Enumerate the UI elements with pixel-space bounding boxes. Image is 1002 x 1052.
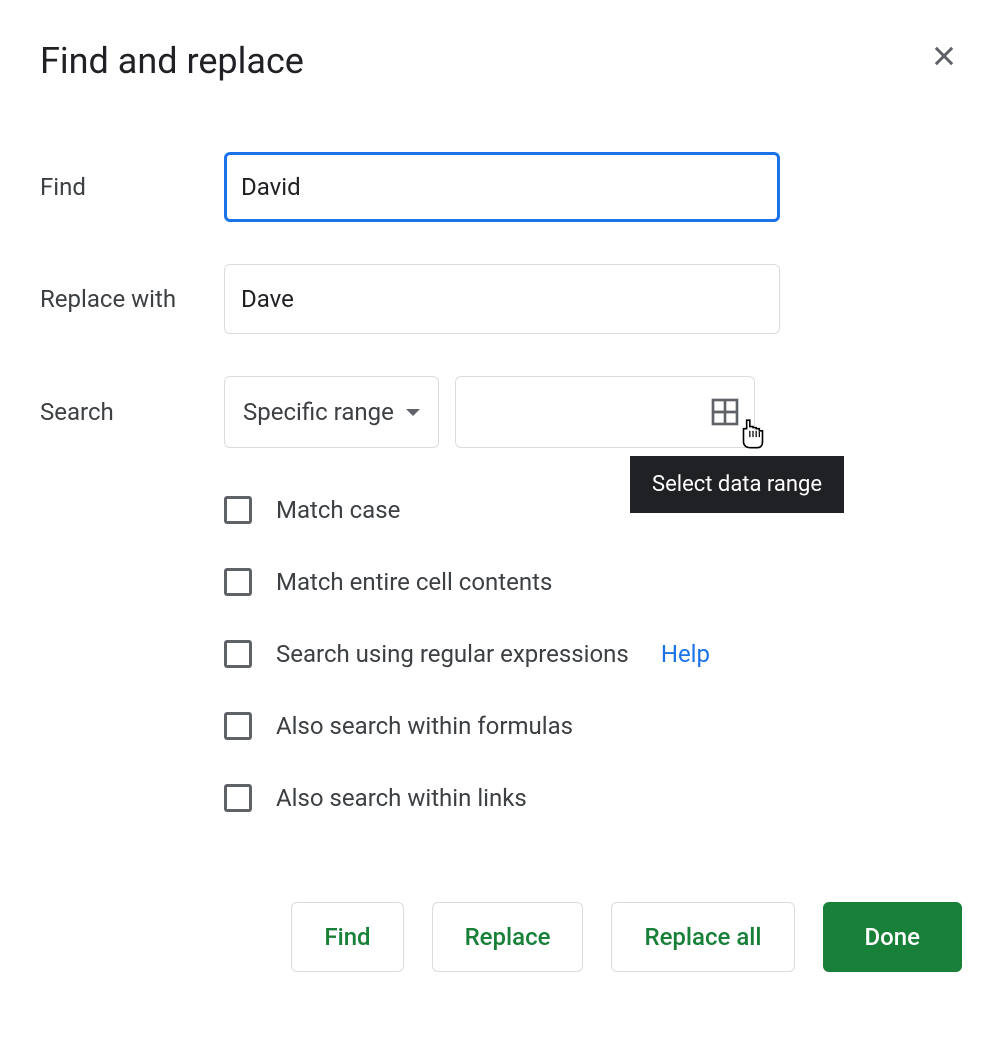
close-icon <box>930 42 958 70</box>
done-button[interactable]: Done <box>823 902 963 972</box>
find-label: Find <box>40 173 224 201</box>
search-label: Search <box>40 398 224 426</box>
replace-button[interactable]: Replace <box>432 902 584 972</box>
grid-icon <box>709 396 741 428</box>
close-button[interactable] <box>926 38 962 78</box>
match-case-checkbox[interactable] <box>224 496 252 524</box>
links-checkbox[interactable] <box>224 784 252 812</box>
chevron-down-icon <box>406 409 420 416</box>
regex-checkbox[interactable] <box>224 640 252 668</box>
dialog-title: Find and replace <box>40 40 304 82</box>
dialog-header: Find and replace <box>40 40 962 82</box>
formulas-checkbox[interactable] <box>224 712 252 740</box>
replace-label: Replace with <box>40 285 224 313</box>
match-entire-row: Match entire cell contents <box>224 568 962 596</box>
find-row: Find <box>40 152 962 222</box>
find-input[interactable] <box>224 152 780 222</box>
match-case-row: Match case <box>224 496 962 524</box>
regex-label: Search using regular expressions <box>276 640 629 668</box>
replace-input[interactable] <box>224 264 780 334</box>
match-entire-label: Match entire cell contents <box>276 568 552 596</box>
formulas-row: Also search within formulas <box>224 712 962 740</box>
links-label: Also search within links <box>276 784 527 812</box>
match-entire-checkbox[interactable] <box>224 568 252 596</box>
select-range-tooltip: Select data range <box>630 456 844 513</box>
match-case-label: Match case <box>276 496 400 524</box>
range-input-wrapper <box>455 376 755 448</box>
formulas-label: Also search within formulas <box>276 712 573 740</box>
button-row: Find Replace Replace all Done <box>40 902 962 972</box>
find-button[interactable]: Find <box>291 902 403 972</box>
find-replace-dialog: Find and replace Find Replace with Searc… <box>0 0 1002 1052</box>
select-range-button[interactable] <box>709 396 741 428</box>
links-row: Also search within links <box>224 784 962 812</box>
options-section: Match case Match entire cell contents Se… <box>224 496 962 812</box>
search-scope-dropdown[interactable]: Specific range <box>224 376 439 448</box>
search-row: Search Specific range <box>40 376 962 448</box>
dropdown-label: Specific range <box>243 398 394 426</box>
replace-all-button[interactable]: Replace all <box>611 902 794 972</box>
regex-row: Search using regular expressions Help <box>224 640 962 668</box>
replace-row: Replace with <box>40 264 962 334</box>
regex-help-link[interactable]: Help <box>661 640 710 668</box>
